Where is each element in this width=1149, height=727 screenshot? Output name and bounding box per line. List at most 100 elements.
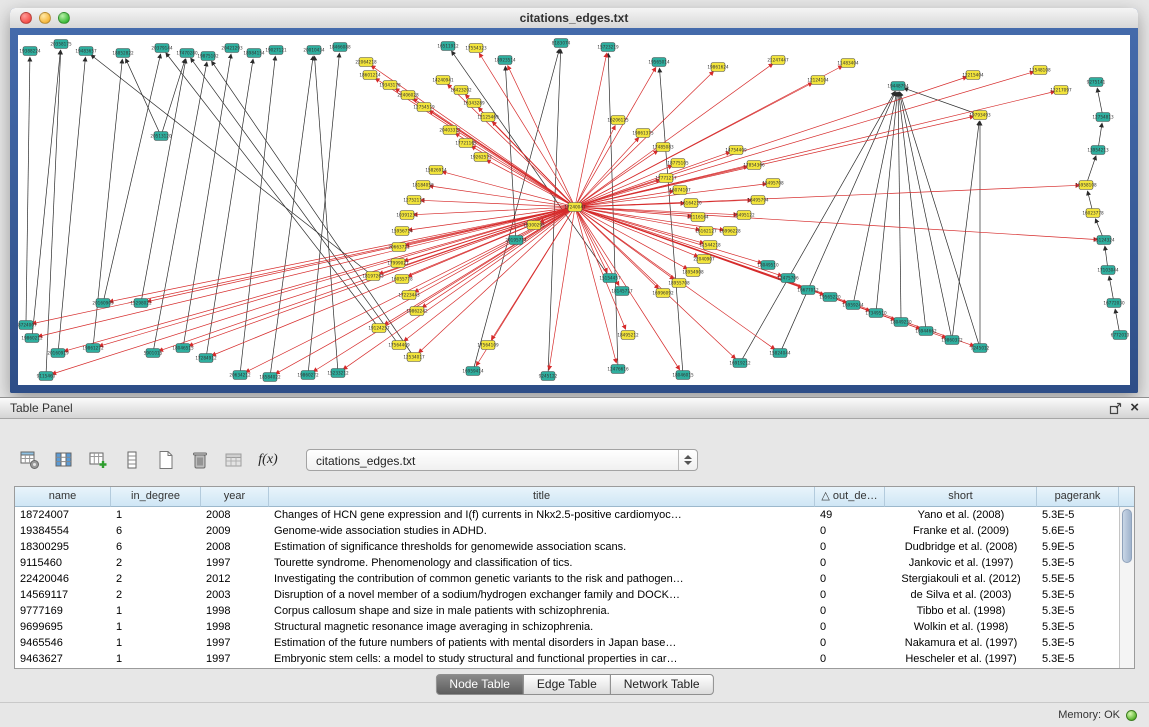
minimize-button[interactable] [39,12,51,24]
vertical-scrollbar[interactable] [1119,507,1134,668]
table-cell: 9115460 [15,555,111,571]
column-header-3[interactable]: title [269,487,815,507]
graph-node-label: 19565014 [648,60,670,65]
column-header-4[interactable]: △ out_de… [815,487,885,507]
tab-node-table[interactable]: Node Table [435,674,524,695]
traffic-lights [20,12,70,24]
table-cell: 1997 [201,555,269,571]
column-header-6[interactable]: pagerank [1037,487,1119,507]
scrollbar-thumb[interactable] [1122,509,1132,563]
table-row[interactable]: 1872400712008Changes of HCN gene express… [15,507,1134,523]
tab-network-table[interactable]: Network Table [610,674,714,695]
graph-node-label: 20421293 [221,46,243,51]
table-cell: 5.3E-5 [1037,507,1119,523]
function-builder-button[interactable]: f(x) [254,446,282,474]
column-header-1[interactable]: in_degree [111,487,201,507]
graph-node-label: 16944662 [915,329,937,334]
graph-node-label: 18300295 [523,223,545,228]
graph-edge [442,172,572,207]
table-cell: 1997 [201,635,269,651]
graph-node-label: 8183074 [552,41,571,46]
graph-node-label: 15233212 [327,371,349,376]
graph-node-label: 17564409 [388,343,410,348]
table-columns-button[interactable] [50,446,78,474]
graph-node-label: 15154457 [599,276,621,281]
graph-edge [212,61,413,354]
table-cell: 9465546 [15,635,111,651]
graph-node-label: 12752113 [403,198,425,203]
table-row[interactable]: 977716911998Corpus callosum shape and si… [15,603,1134,619]
table-cell: 2008 [201,507,269,523]
table-cell: 5.3E-5 [1037,587,1119,603]
table-columns-icon [54,450,74,470]
delete-button[interactable] [186,446,214,474]
table-selector-dropdown[interactable]: citations_edges.txt [306,449,698,471]
tab-edge-table[interactable]: Edge Table [523,674,611,695]
graph-edge [1088,191,1093,210]
table-row[interactable]: 911546021997Tourette syndrome. Phenomeno… [15,555,1134,571]
function-builder-icon: f(x) [258,452,277,468]
memory-indicator[interactable] [1126,710,1137,721]
graph-node-label: 18724007 [18,323,37,328]
window-titlebar[interactable]: citations_edges.txt [10,8,1138,29]
table-cell: 6 [111,539,201,555]
table-settings-button[interactable] [16,446,44,474]
column-header-2[interactable]: year [201,487,269,507]
close-panel-icon[interactable]: × [1130,399,1139,417]
column-header-0[interactable]: name [15,487,111,507]
table-cell: 2 [111,587,201,603]
table-edit-button[interactable] [84,446,112,474]
table-header-row: namein_degreeyeartitle△ out_de…shortpage… [15,487,1134,507]
network-graph[interactable]: 1724004719388224203581751948365718852822… [18,35,1130,385]
table-cell: 1 [111,619,201,635]
zoom-button[interactable] [58,12,70,24]
table-row[interactable]: 1830029562008Estimation of significance … [15,539,1134,555]
table-cell: 0 [815,523,885,539]
graph-node-label: 16996228 [719,229,741,234]
table-row[interactable]: 2242004622012Investigating the contribut… [15,571,1134,587]
graph-edge [126,59,160,133]
table-row[interactable]: 969969511998Structural magnetic resonanc… [15,619,1134,635]
table-cell: Nakamura et al. (1997) [885,635,1037,651]
graph-node-label: 16023778 [1082,211,1104,216]
table-cell: 5.3E-5 [1037,555,1119,571]
graph-node-label: 17554323 [465,46,487,51]
graph-node-label: 20663721 [388,245,410,250]
graph-node-label: 17721165 [455,141,477,146]
table-cell: 9777169 [15,603,111,619]
new-document-button[interactable] [152,446,180,474]
column-header-5[interactable]: short [885,487,1037,507]
graph-edge [207,59,254,355]
graph-edge [952,122,979,338]
graph-node-label: 16511912 [437,44,459,49]
graph-node-label: 17349510 [865,311,887,316]
graph-node-label: 18423202 [450,88,472,93]
close-button[interactable] [20,12,32,24]
graph-node-label: 12124104 [807,78,829,83]
graph-node-label: 15826914 [425,168,447,173]
table-cell: 5.6E-5 [1037,523,1119,539]
graph-edge [1096,219,1103,237]
graph-node-label: 19875102 [197,54,219,59]
graph-node-label: 11483404 [837,61,859,66]
table-body: 1872400712008Changes of HCN gene express… [15,507,1134,667]
network-canvas[interactable]: 1724004719388224203581751948365718852822… [18,35,1130,385]
import-table-button[interactable] [220,446,248,474]
graph-node-label: 16055778 [391,277,413,282]
graph-node-label: 18046515 [172,346,194,351]
window-title: citations_edges.txt [10,8,1138,28]
graph-edge [1115,309,1119,332]
graph-node-label: 20634212 [229,373,251,378]
table-row[interactable]: 946362711997Embryonic stem cells: a mode… [15,651,1134,667]
graph-node-label: 17470280 [176,51,198,56]
graph-node-label: 19860212 [21,336,43,341]
graph-node-label: 19860272 [297,373,319,378]
table-row[interactable]: 946554611997Estimation of the future num… [15,635,1134,651]
graph-node-label: 20379144 [151,46,173,51]
table-row[interactable]: 1938455462009Genome-wide association stu… [15,523,1134,539]
table-row[interactable]: 1456911722003Disruption of a novel membe… [15,587,1134,603]
graph-edge [578,72,1034,206]
float-panel-icon[interactable] [1109,402,1122,415]
rows-button[interactable] [118,446,146,474]
graph-node-label: 6772010 [1111,333,1130,338]
